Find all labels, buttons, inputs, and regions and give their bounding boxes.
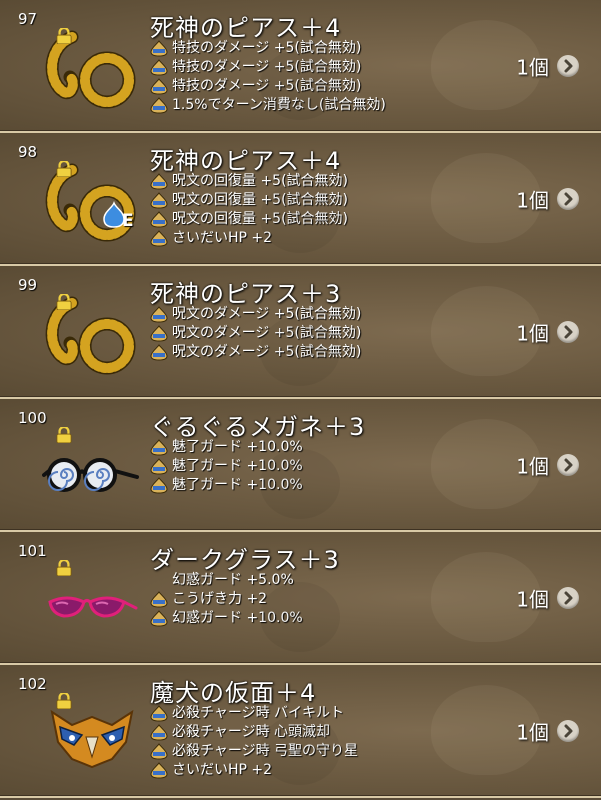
- list-item[interactable]: 99 死神のピアス＋3 呪文のダメージ +5(試合無効) 呪文のダメージ +5(…: [0, 266, 601, 399]
- chevron-right-icon[interactable]: [557, 187, 579, 210]
- effect-line: 呪文の回復量 +5(試合無効): [150, 210, 348, 229]
- beast-mask-icon: [42, 687, 142, 782]
- slime-icon: [150, 705, 168, 722]
- item-name: 魔犬の仮面＋4: [150, 679, 317, 707]
- item-number: 97: [18, 10, 38, 28]
- effect-line: 必殺チャージ時 心頭滅却: [150, 723, 358, 742]
- chevron-right-icon[interactable]: [557, 54, 579, 77]
- lock-icon: [56, 693, 72, 709]
- item-quantity: 1個: [516, 720, 549, 744]
- lock-icon: [56, 28, 72, 44]
- slime-icon: [150, 97, 168, 114]
- slime-icon: [150, 192, 168, 209]
- lock-icon: [56, 161, 72, 177]
- item-name: 死神のピアス＋4: [150, 147, 342, 175]
- slime-icon: [150, 458, 168, 475]
- equipped-badge-icon: [103, 200, 125, 228]
- effect-line: さいだいHP +2: [150, 229, 348, 248]
- effect-line: 魅了ガード +10.0%: [150, 476, 303, 495]
- effect-list: 特技のダメージ +5(試合無効) 特技のダメージ +5(試合無効) 特技のダメー…: [150, 39, 386, 115]
- slime-icon: [150, 59, 168, 76]
- slime-icon: [150, 40, 168, 57]
- skull-ring-earring-icon: E: [42, 155, 142, 250]
- effect-line: 呪文のダメージ +5(試合無効): [150, 324, 361, 343]
- chevron-right-icon[interactable]: [557, 719, 579, 742]
- item-quantity: 1個: [516, 321, 549, 345]
- item-number: 98: [18, 143, 38, 161]
- item-name: ダークグラス＋3: [150, 546, 340, 574]
- slime-icon: [150, 477, 168, 494]
- slime-icon: [150, 306, 168, 323]
- slime-icon: [150, 344, 168, 361]
- equipped-label: E: [122, 211, 134, 231]
- item-quantity: 1個: [516, 55, 549, 79]
- effect-line: 必殺チャージ時 バイキルト: [150, 704, 358, 723]
- effect-line: 必殺チャージ時 弓聖の守り星: [150, 742, 358, 761]
- item-name: 死神のピアス＋4: [150, 14, 342, 42]
- item-name: 死神のピアス＋3: [150, 280, 342, 308]
- slime-icon: [150, 78, 168, 95]
- swirl-glasses-icon: [42, 421, 142, 516]
- chevron-right-icon[interactable]: [557, 453, 579, 476]
- list-item[interactable]: 97 死神のピアス＋4 特技のダメージ +5(試合無効) 特技のダメージ +5(…: [0, 0, 601, 133]
- effect-line: 特技のダメージ +5(試合無効): [150, 58, 386, 77]
- item-name: ぐるぐるメガネ＋3: [150, 413, 366, 441]
- slime-icon: [150, 591, 168, 608]
- item-quantity: 1個: [516, 454, 549, 478]
- effect-list: 幻惑ガード +5.0% こうげき力 +2 幻惑ガード +10.0%: [150, 571, 303, 628]
- slime-icon: [150, 610, 168, 627]
- slime-icon: [150, 230, 168, 247]
- slime-icon: [150, 173, 168, 190]
- effect-line: さいだいHP +2: [150, 761, 358, 780]
- effect-line: 幻惑ガード +10.0%: [150, 609, 303, 628]
- chevron-right-icon[interactable]: [557, 586, 579, 609]
- effect-line: 魅了ガード +10.0%: [150, 438, 303, 457]
- skull-ring-earring-icon: [42, 22, 142, 117]
- effect-line: 1.5%でターン消費なし(試合無効): [150, 96, 386, 115]
- effect-line: 特技のダメージ +5(試合無効): [150, 77, 386, 96]
- slime-icon: [150, 743, 168, 760]
- accessory-list: 97 死神のピアス＋4 特技のダメージ +5(試合無効) 特技のダメージ +5(…: [0, 0, 601, 800]
- chevron-right-icon[interactable]: [557, 320, 579, 343]
- effect-line: 特技のダメージ +5(試合無効): [150, 39, 386, 58]
- effect-line: 呪文の回復量 +5(試合無効): [150, 172, 348, 191]
- list-item[interactable]: 98 E 死神のピアス＋4 呪文の回復量 +5(試合無効) 呪文の回復量 +5(…: [0, 133, 601, 266]
- effect-line: 魅了ガード +10.0%: [150, 457, 303, 476]
- list-item[interactable]: 100 ぐるぐるメガネ＋3 魅了ガード +10.0% 魅了ガード +10.0% …: [0, 399, 601, 532]
- slime-icon: [150, 439, 168, 456]
- effect-line: 呪文の回復量 +5(試合無効): [150, 191, 348, 210]
- lock-icon: [56, 427, 72, 443]
- effect-list: 必殺チャージ時 バイキルト 必殺チャージ時 心頭滅却 必殺チャージ時 弓聖の守り…: [150, 704, 358, 780]
- list-item[interactable]: 102 魔犬の仮面＋4 必殺チャージ時 バイキルト 必殺チャージ時 心頭滅却 必…: [0, 665, 601, 798]
- item-quantity: 1個: [516, 188, 549, 212]
- effect-list: 魅了ガード +10.0% 魅了ガード +10.0% 魅了ガード +10.0%: [150, 438, 303, 495]
- effect-list: 呪文のダメージ +5(試合無効) 呪文のダメージ +5(試合無効) 呪文のダメー…: [150, 305, 361, 362]
- effect-line: 呪文のダメージ +5(試合無効): [150, 305, 361, 324]
- effect-line: 幻惑ガード +5.0%: [172, 572, 294, 588]
- effect-line: こうげき力 +2: [150, 590, 303, 609]
- item-number: 99: [18, 276, 38, 294]
- slime-icon: [150, 724, 168, 741]
- dark-glasses-icon: [42, 554, 142, 649]
- lock-icon: [56, 294, 72, 310]
- slime-icon: [150, 762, 168, 779]
- slime-icon: [150, 325, 168, 342]
- slime-icon: [150, 211, 168, 228]
- list-item[interactable]: 101 ダークグラス＋3 幻惑ガード +5.0% こうげき力 +2 幻惑ガード …: [0, 532, 601, 665]
- effect-line: 呪文のダメージ +5(試合無効): [150, 343, 361, 362]
- item-quantity: 1個: [516, 587, 549, 611]
- effect-list: 呪文の回復量 +5(試合無効) 呪文の回復量 +5(試合無効) 呪文の回復量 +…: [150, 172, 348, 248]
- lock-icon: [56, 560, 72, 576]
- skull-ring-earring-icon: [42, 288, 142, 383]
